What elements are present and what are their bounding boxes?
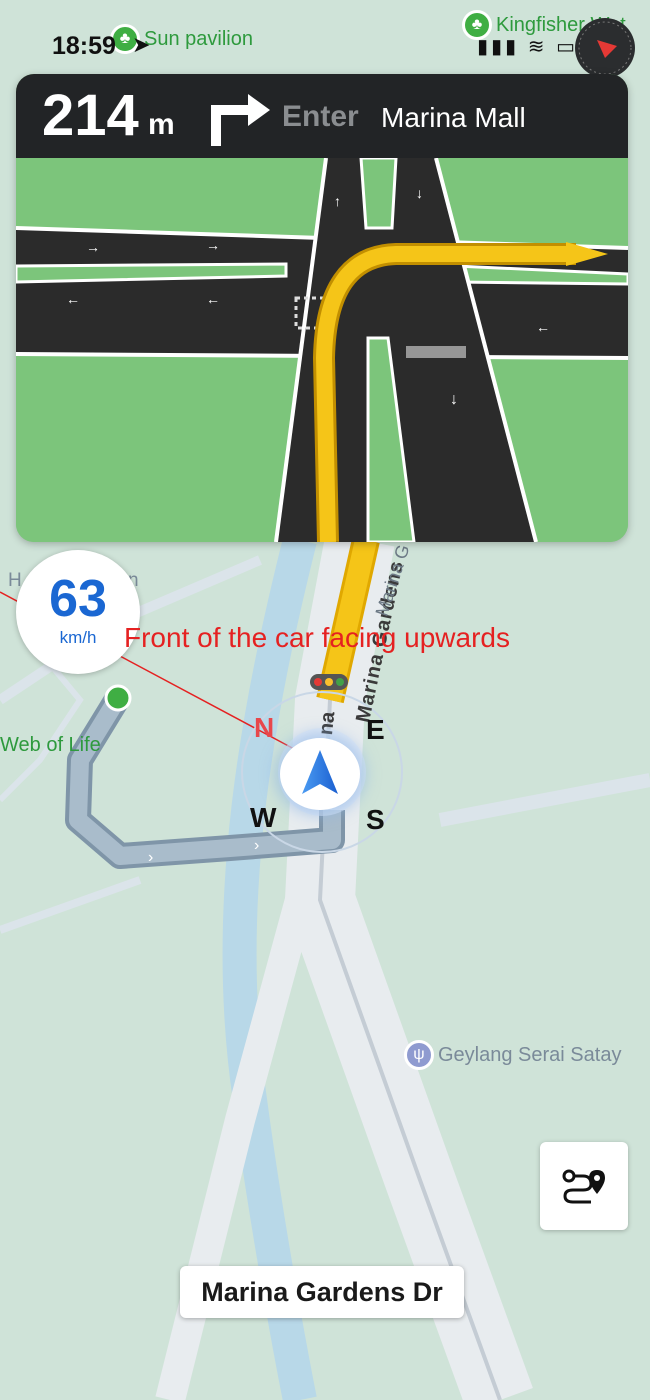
turn-right-icon [211, 94, 270, 146]
junction-view: → → ← ← ← ↑ ↓ ↓ [16, 158, 628, 542]
svg-text:›: › [148, 849, 153, 866]
destination-label: Marina Mall [381, 102, 526, 133]
svg-text:←: ← [206, 291, 220, 307]
distance-value: 214 [42, 83, 139, 148]
svg-text:←: ← [536, 319, 550, 335]
poi-web-of-life[interactable]: Web of Life [0, 734, 101, 757]
traffic-light-icon [310, 674, 348, 690]
location-arrow-icon: ➤ [132, 32, 151, 57]
distance-unit: m [148, 108, 175, 141]
poi-geylang-serai-satay[interactable]: ψ Geylang Serai Satay [404, 1040, 621, 1070]
wifi-icon: ≋ [527, 36, 548, 58]
speed-value: 63 [49, 570, 107, 628]
compass-east: E [366, 714, 385, 745]
restaurant-icon: ψ [404, 1040, 434, 1070]
nav-header: 214 m Enter Marina Mall [16, 74, 628, 158]
status-time: 18:59 [52, 32, 116, 60]
speed-unit: km/h [59, 628, 97, 647]
svg-text:↑: ↑ [334, 193, 341, 209]
compass-west: W [250, 802, 277, 833]
navigation-card[interactable]: 214 m Enter Marina Mall → → ← ← ← ↑ ↓ ↓ [16, 74, 628, 542]
current-street-label: Marina Gardens Dr [180, 1266, 464, 1318]
compass-north: N [254, 712, 275, 743]
enter-label: Enter [282, 100, 359, 133]
car-position-marker [280, 738, 360, 810]
svg-text:›: › [254, 837, 259, 854]
annotation-text: Front of the car facing upwards [124, 622, 510, 653]
poi-label: Geylang Serai Satay [438, 1043, 622, 1066]
signal-icon: ▮▮▮ [477, 36, 520, 58]
poi-label: Web of Life [0, 734, 101, 756]
compass-south: S [366, 804, 385, 835]
status-bar: 18:59 ➤ ▮▮▮ ≋ ▭ [0, 28, 650, 64]
route-options-button[interactable] [540, 1142, 628, 1230]
navigation-arrow-icon [302, 750, 338, 794]
route-icon [562, 1169, 605, 1204]
svg-text:←: ← [66, 291, 80, 307]
status-icons: ▮▮▮ ≋ ▭ [477, 34, 578, 59]
svg-text:↓: ↓ [450, 391, 458, 408]
svg-text:→: → [206, 237, 220, 253]
speedometer: 63 km/h [16, 550, 140, 674]
svg-text:→: → [86, 239, 100, 255]
svg-text:↓: ↓ [416, 185, 423, 201]
road-label-bottom: na [315, 710, 340, 737]
compass-mini-icon[interactable] [575, 18, 635, 78]
